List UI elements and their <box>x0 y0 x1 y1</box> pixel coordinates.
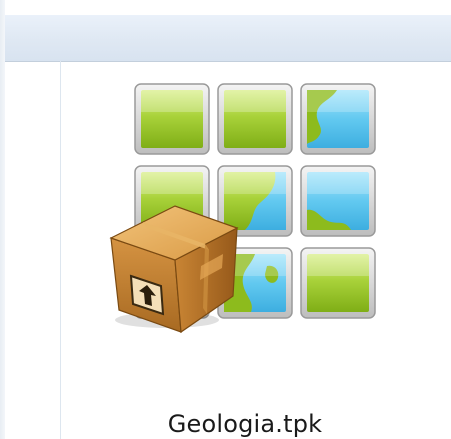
window-left-border <box>0 0 5 439</box>
map-tile-icon <box>300 247 376 319</box>
tile-package-icon <box>109 83 376 334</box>
explorer-toolbar <box>5 14 451 62</box>
navigation-pane-divider[interactable] <box>60 61 61 439</box>
file-name-label: Geologia.tpk <box>167 410 323 438</box>
map-tile-icon <box>300 83 376 155</box>
map-tile-icon <box>300 165 376 237</box>
map-tile-icon <box>217 83 293 155</box>
map-tile-icon <box>134 83 210 155</box>
file-item[interactable]: Geologia.tpk <box>105 70 385 438</box>
explorer-window: Geologia.tpk <box>0 0 451 439</box>
